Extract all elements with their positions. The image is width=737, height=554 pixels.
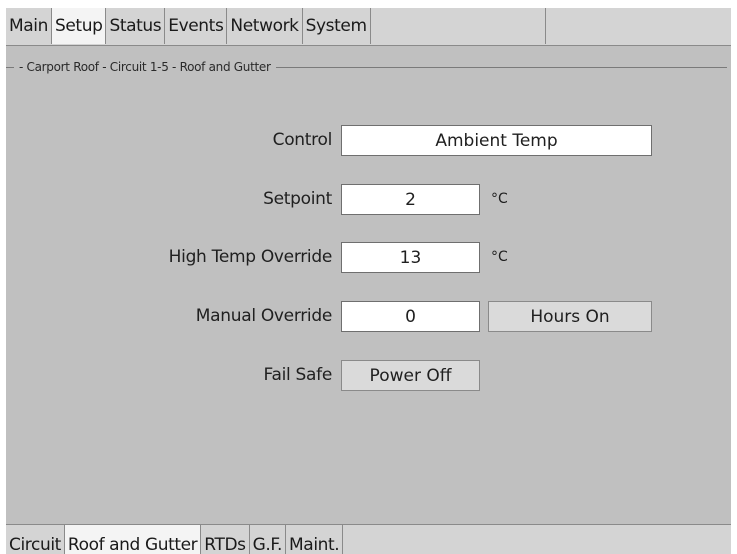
tab-maint[interactable]: Maint. <box>286 525 344 554</box>
tab-empty-slot <box>343 525 731 554</box>
tab-setup[interactable]: Setup <box>51 8 107 44</box>
setpoint-label: Setpoint <box>263 189 332 209</box>
tab-network[interactable]: Network <box>227 8 303 44</box>
hours-on-button[interactable]: Hours On <box>488 301 652 332</box>
setpoint-unit: °C <box>491 191 508 207</box>
power-off-button[interactable]: Power Off <box>341 360 480 391</box>
manual-override-field[interactable]: 0 <box>341 301 480 332</box>
top-tab-bar: Main Setup Status Events Network System <box>6 8 731 46</box>
tab-status[interactable]: Status <box>106 8 166 44</box>
setpoint-field[interactable]: 2 <box>341 184 480 215</box>
tab-roof-and-gutter[interactable]: Roof and Gutter <box>64 525 202 554</box>
tab-events[interactable]: Events <box>165 8 228 44</box>
tab-empty-slot <box>370 8 546 44</box>
tab-empty-slot <box>545 8 731 44</box>
high-temp-override-unit: °C <box>491 249 508 265</box>
tab-circuit[interactable]: Circuit <box>6 525 65 554</box>
bottom-tab-bar: Circuit Roof and Gutter RTDs G.F. Maint. <box>6 524 731 554</box>
control-label: Control <box>272 130 333 150</box>
tab-gf[interactable]: G.F. <box>250 525 287 554</box>
section-header: - Carport Roof - Circuit 1-5 - Roof and … <box>6 58 731 76</box>
control-field[interactable]: Ambient Temp <box>341 125 652 156</box>
tab-main[interactable]: Main <box>6 8 52 44</box>
high-temp-override-label: High Temp Override <box>168 247 333 267</box>
manual-override-label: Manual Override <box>195 306 333 326</box>
controller-screen: Main Setup Status Events Network System … <box>6 8 731 554</box>
high-temp-override-field[interactable]: 13 <box>341 242 480 273</box>
fail-safe-label: Fail Safe <box>263 365 333 385</box>
tab-rtds[interactable]: RTDs <box>201 525 250 554</box>
tab-system[interactable]: System <box>302 8 371 44</box>
section-title: - Carport Roof - Circuit 1-5 - Roof and … <box>14 58 276 76</box>
